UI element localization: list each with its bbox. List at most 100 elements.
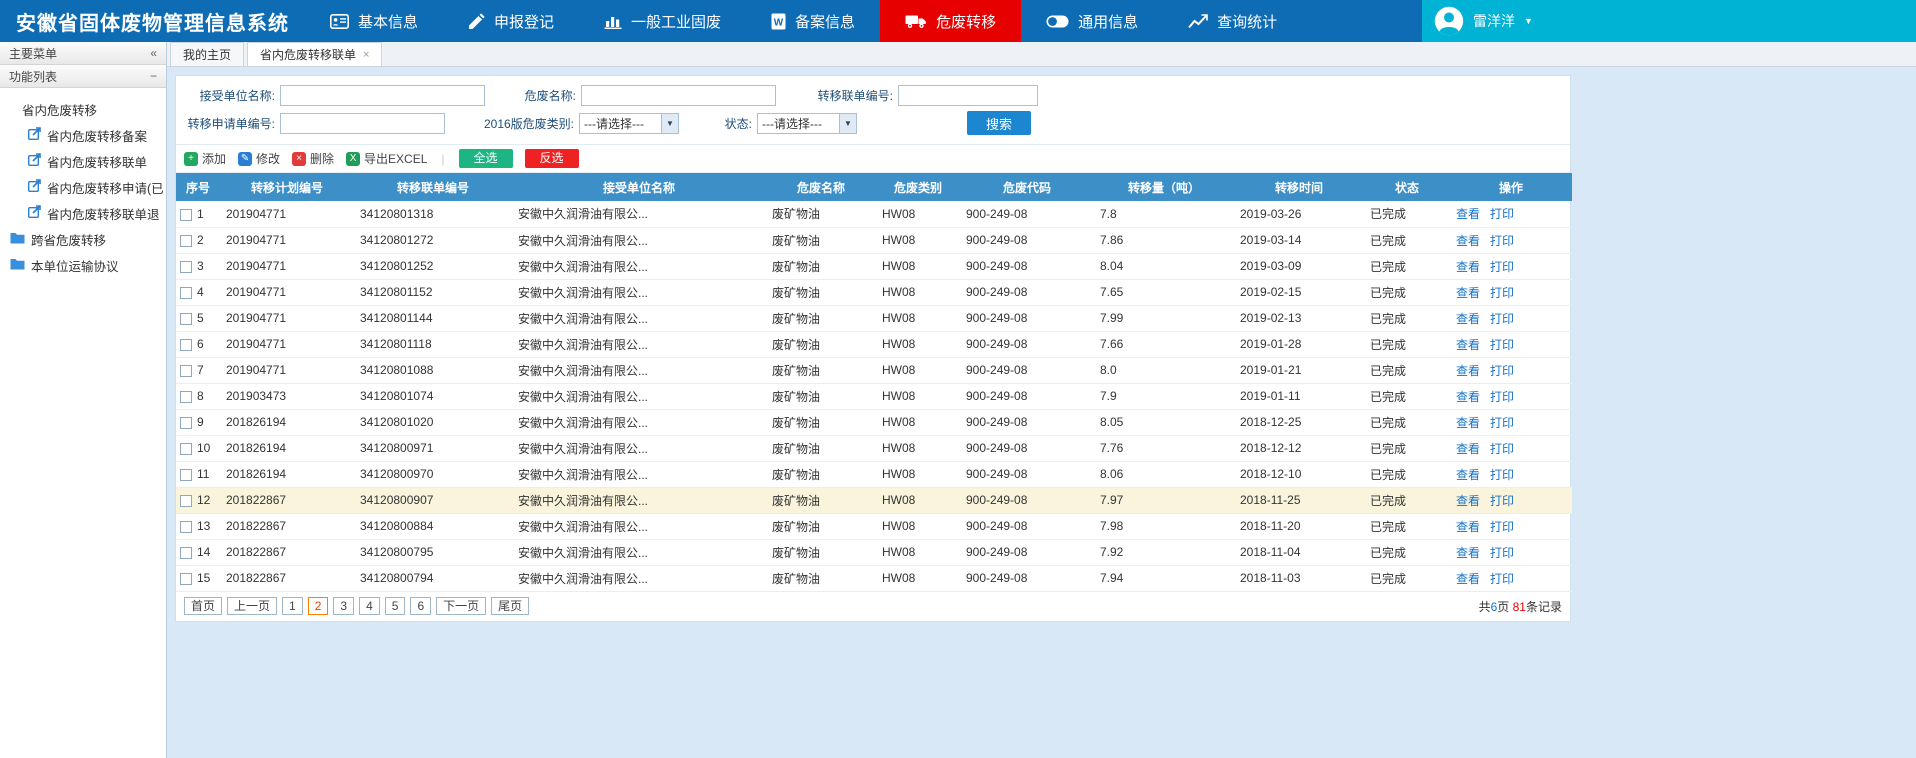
- action-link[interactable]: 查看: [1456, 260, 1480, 274]
- cell-code: 900-249-08: [960, 201, 1094, 227]
- tab-my-home[interactable]: 我的主页: [170, 42, 244, 66]
- sidebar-collapse-icon[interactable]: «: [150, 46, 157, 60]
- action-link[interactable]: 查看: [1456, 572, 1480, 586]
- nav-item-query-stats[interactable]: 查询统计: [1163, 0, 1302, 42]
- status-select[interactable]: ---请选择--- ▼: [757, 113, 857, 134]
- row-checkbox[interactable]: [180, 573, 192, 585]
- apply-no-input[interactable]: [280, 113, 445, 134]
- page-button[interactable]: 1: [282, 597, 303, 615]
- sidebar-item-province-transfer[interactable]: 省内危废转移: [0, 96, 166, 122]
- edit-button[interactable]: ✎ 修改: [238, 150, 280, 167]
- action-link[interactable]: 查看: [1456, 312, 1480, 326]
- nav-item-general-info[interactable]: 通用信息: [1021, 0, 1163, 42]
- row-checkbox[interactable]: [180, 261, 192, 273]
- table-row: 220190477134120801272安徽中久润滑油有限公...废矿物油HW…: [176, 227, 1572, 253]
- sidebar-item-transfer-apply[interactable]: 省内危废转移申请(已: [0, 174, 166, 200]
- user-menu[interactable]: 雷洋洋 ▼: [1422, 0, 1916, 42]
- page-button[interactable]: 5: [385, 597, 406, 615]
- row-checkbox[interactable]: [180, 287, 192, 299]
- delete-button[interactable]: × 删除: [292, 150, 334, 167]
- receive-unit-label: 接受单位名称:: [176, 87, 280, 104]
- action-link[interactable]: 查看: [1456, 234, 1480, 248]
- page-button[interactable]: 6: [410, 597, 431, 615]
- row-checkbox[interactable]: [180, 547, 192, 559]
- action-link[interactable]: 打印: [1490, 546, 1514, 560]
- summary-records: 81: [1513, 600, 1526, 614]
- action-link[interactable]: 打印: [1490, 572, 1514, 586]
- row-checkbox[interactable]: [180, 313, 192, 325]
- row-checkbox[interactable]: [180, 235, 192, 247]
- table-header-row: 序号转移计划编号转移联单编号接受单位名称危废名称危废类别危废代码转移量（吨）转移…: [176, 173, 1572, 201]
- page-button[interactable]: 首页: [184, 597, 222, 615]
- sidebar-item-transfer-record[interactable]: 省内危废转移备案: [0, 122, 166, 148]
- action-link[interactable]: 查看: [1456, 546, 1480, 560]
- action-link[interactable]: 打印: [1490, 468, 1514, 482]
- table-row: 320190477134120801252安徽中久润滑油有限公...废矿物油HW…: [176, 253, 1572, 279]
- action-link[interactable]: 打印: [1490, 390, 1514, 404]
- nav-item-declare[interactable]: 申报登记: [443, 0, 579, 42]
- page-button[interactable]: 尾页: [491, 597, 529, 615]
- action-link[interactable]: 打印: [1490, 520, 1514, 534]
- invert-selection-button[interactable]: 反选: [525, 149, 579, 168]
- tab-province-manifest[interactable]: 省内危废转移联单 ×: [247, 42, 382, 66]
- sidebar-item-manifest-return[interactable]: 省内危废转移联单退: [0, 200, 166, 226]
- sidebar-minimize-icon[interactable]: −: [150, 69, 157, 83]
- action-link[interactable]: 打印: [1490, 416, 1514, 430]
- export-excel-button[interactable]: X 导出EXCEL: [346, 150, 427, 167]
- action-link[interactable]: 打印: [1490, 338, 1514, 352]
- action-link[interactable]: 查看: [1456, 207, 1480, 221]
- nav-item-hazardous-transfer[interactable]: 危废转移: [880, 0, 1021, 42]
- row-checkbox[interactable]: [180, 443, 192, 455]
- action-link[interactable]: 查看: [1456, 468, 1480, 482]
- page-button[interactable]: 下一页: [436, 597, 486, 615]
- action-link[interactable]: 打印: [1490, 494, 1514, 508]
- action-link[interactable]: 打印: [1490, 442, 1514, 456]
- sidebar-item-transfer-manifest[interactable]: 省内危废转移联单: [0, 148, 166, 174]
- action-link[interactable]: 查看: [1456, 338, 1480, 352]
- row-checkbox[interactable]: [180, 391, 192, 403]
- action-link[interactable]: 打印: [1490, 207, 1514, 221]
- pencil-icon: ✎: [238, 152, 252, 166]
- action-link[interactable]: 查看: [1456, 442, 1480, 456]
- action-link[interactable]: 查看: [1456, 494, 1480, 508]
- add-button[interactable]: + 添加: [184, 150, 226, 167]
- action-link[interactable]: 打印: [1490, 234, 1514, 248]
- sidebar-item-transport-agreement[interactable]: 本单位运输协议: [0, 252, 166, 278]
- waste-category-select[interactable]: ---请选择--- ▼: [579, 113, 679, 134]
- action-link[interactable]: 查看: [1456, 364, 1480, 378]
- action-link[interactable]: 查看: [1456, 286, 1480, 300]
- page-button[interactable]: 3: [333, 597, 354, 615]
- table-row: 1120182619434120800970安徽中久润滑油有限公...废矿物油H…: [176, 461, 1572, 487]
- row-checkbox[interactable]: [180, 495, 192, 507]
- cell-category: HW08: [876, 461, 960, 487]
- waste-name-input[interactable]: [581, 85, 776, 106]
- receive-unit-input[interactable]: [280, 85, 485, 106]
- row-checkbox[interactable]: [180, 365, 192, 377]
- action-link[interactable]: 打印: [1490, 312, 1514, 326]
- sidebar-item-cross-province-transfer[interactable]: 跨省危废转移: [0, 226, 166, 252]
- row-checkbox[interactable]: [180, 339, 192, 351]
- action-link[interactable]: 查看: [1456, 390, 1480, 404]
- nav-item-industrial-waste[interactable]: 一般工业固废: [579, 0, 746, 42]
- manifest-no-input[interactable]: [898, 85, 1038, 106]
- action-link[interactable]: 打印: [1490, 364, 1514, 378]
- action-link[interactable]: 打印: [1490, 260, 1514, 274]
- action-link[interactable]: 查看: [1456, 520, 1480, 534]
- page-button[interactable]: 上一页: [227, 597, 277, 615]
- row-checkbox[interactable]: [180, 521, 192, 533]
- nav-item-basic-info[interactable]: 基本信息: [305, 0, 443, 42]
- cell-manifest: 34120800794: [354, 565, 512, 591]
- row-checkbox[interactable]: [180, 417, 192, 429]
- row-checkbox[interactable]: [180, 469, 192, 481]
- action-link[interactable]: 打印: [1490, 286, 1514, 300]
- close-icon[interactable]: ×: [363, 49, 369, 61]
- search-button[interactable]: 搜索: [967, 111, 1031, 135]
- nav-item-record-info[interactable]: W 备案信息: [746, 0, 880, 42]
- page-button[interactable]: 2: [308, 597, 329, 615]
- cell-status: 已完成: [1364, 383, 1450, 409]
- select-all-button[interactable]: 全选: [459, 149, 513, 168]
- action-link[interactable]: 查看: [1456, 416, 1480, 430]
- row-checkbox[interactable]: [180, 209, 192, 221]
- page-button[interactable]: 4: [359, 597, 380, 615]
- cell-company: 安徽中久润滑油有限公...: [512, 331, 766, 357]
